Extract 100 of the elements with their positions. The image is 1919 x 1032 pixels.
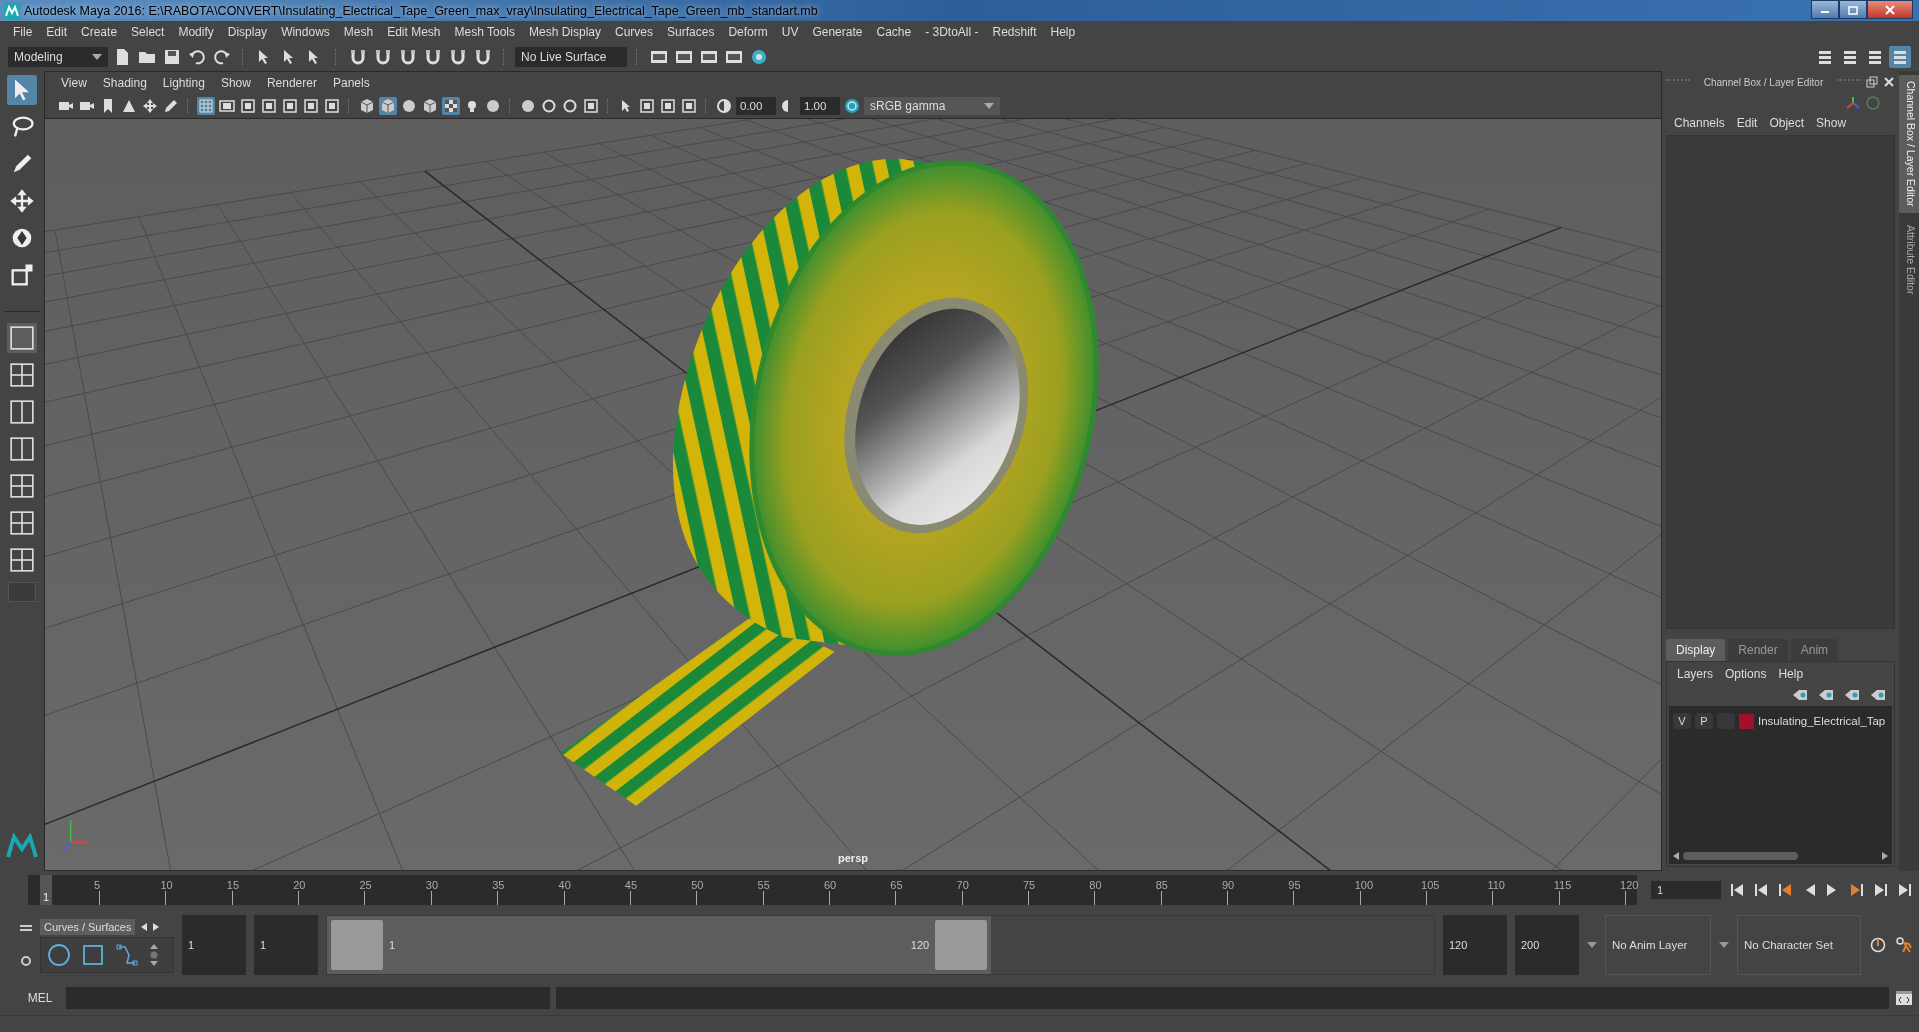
range-slider[interactable]: 1 120	[326, 915, 1435, 975]
layer-name[interactable]: Insulating_Electrical_Tap	[1758, 715, 1886, 727]
menu-item[interactable]: Redshift	[985, 25, 1044, 39]
animation-preferences-icon[interactable]	[1895, 936, 1913, 954]
new-layer-from-selection-icon[interactable]	[1870, 689, 1886, 701]
playback-end-field[interactable]: 120	[1443, 915, 1507, 975]
motion-blur-icon[interactable]	[540, 97, 558, 115]
settings-icon[interactable]	[20, 955, 32, 967]
persp-outliner-icon[interactable]	[7, 545, 37, 575]
character-set-dropdown[interactable]: No Character Set	[1737, 915, 1861, 975]
nurbs-square-icon[interactable]	[81, 943, 105, 967]
command-input-field[interactable]	[66, 987, 550, 1009]
single-view-layout-icon[interactable]	[7, 323, 37, 353]
manipulator-icon[interactable]	[1845, 95, 1861, 111]
menu-item[interactable]: Cache	[869, 25, 919, 39]
graph-layout-icon[interactable]	[7, 471, 37, 501]
layer-menu[interactable]: Help	[1772, 667, 1810, 681]
layer-editor-icon[interactable]	[1889, 46, 1911, 68]
layer-editor-tab[interactable]: Render	[1728, 639, 1788, 661]
layer-editor-tab[interactable]: Display	[1666, 639, 1726, 661]
menu-item[interactable]: UV	[774, 25, 806, 39]
menu-item[interactable]: Mesh	[336, 25, 381, 39]
next-shelf-icon[interactable]	[153, 923, 160, 931]
maximize-button[interactable]	[1839, 0, 1867, 19]
range-end-handle[interactable]	[935, 920, 988, 970]
float-panel-icon[interactable]	[1866, 76, 1878, 88]
panel-menu-item[interactable]: Shading	[94, 76, 155, 90]
menu-item[interactable]: Modify	[171, 25, 221, 39]
nurbs-circle-icon[interactable]	[47, 943, 71, 967]
new-layer-icon[interactable]	[1844, 689, 1860, 701]
close-panel-icon[interactable]	[1883, 76, 1895, 88]
menu-item[interactable]: Help	[1043, 25, 1083, 39]
step-back-key-icon[interactable]	[1753, 882, 1769, 898]
move-layer-down-icon[interactable]	[1818, 689, 1834, 701]
time-slider[interactable]: 1 5 10 15 20 25 30 35 40 45 50 55 60 65 70 75 80 85 90 95 100 105 110 115 120	[28, 875, 1638, 905]
menu-item[interactable]: Mesh Display	[522, 25, 609, 39]
menu-item[interactable]: Windows	[274, 25, 337, 39]
workspace-dropdown[interactable]: Modeling	[8, 47, 108, 67]
side-tab[interactable]: Channel Box / Layer Editor	[1899, 75, 1919, 213]
pan-zoom-icon[interactable]	[141, 97, 159, 115]
menu-item[interactable]: Deform	[721, 25, 775, 39]
menu-item[interactable]: - 3DtoAll -	[918, 25, 986, 39]
range-start-handle[interactable]	[331, 920, 383, 970]
close-button[interactable]	[1867, 0, 1913, 19]
exposure-field[interactable]: 0.00	[736, 97, 776, 115]
script-editor-icon[interactable]	[1895, 989, 1913, 1007]
shelf-scroll-icon[interactable]	[149, 942, 159, 968]
scroll-left-icon[interactable]	[1673, 852, 1679, 860]
previous-shelf-icon[interactable]	[141, 923, 148, 931]
outliner-layout-icon[interactable]	[7, 434, 37, 464]
anim-layer-dropdown[interactable]: No Anim Layer	[1605, 915, 1711, 975]
panel-menu-item[interactable]: Show	[212, 76, 259, 90]
exposure-icon[interactable]	[715, 97, 733, 115]
go-to-end-icon[interactable]	[1897, 882, 1913, 898]
panel-menu-item[interactable]: View	[53, 76, 95, 90]
select-tool-icon[interactable]	[7, 75, 37, 105]
layer-editor-tab[interactable]: Anim	[1790, 639, 1839, 661]
layer-menu[interactable]: Options	[1719, 667, 1773, 681]
minimize-button[interactable]	[1811, 0, 1839, 19]
menu-item[interactable]: Edit	[39, 25, 75, 39]
step-back-frame-icon[interactable]	[1777, 882, 1793, 898]
menu-item[interactable]: Select	[124, 25, 172, 39]
wireframe-icon[interactable]	[358, 97, 376, 115]
menu-item[interactable]: Edit Mesh	[380, 25, 448, 39]
current-frame-field[interactable]: 1	[1651, 881, 1721, 899]
step-forward-frame-icon[interactable]	[1849, 882, 1865, 898]
menu-item[interactable]: Surfaces	[660, 25, 722, 39]
shelf-tab[interactable]: Curves / Surfaces	[40, 919, 136, 935]
playback-toggle[interactable]: P	[1695, 713, 1713, 729]
textured-icon[interactable]	[442, 97, 460, 115]
color-space-dropdown[interactable]: sRGB gamma	[864, 97, 1000, 115]
shadows-icon[interactable]	[484, 97, 502, 115]
current-frame-marker[interactable]: 1	[40, 875, 52, 905]
channel-box-menu[interactable]: Object	[1763, 116, 1811, 130]
gamma-field[interactable]: 1.00	[800, 97, 840, 115]
end-time-field[interactable]: 200	[1515, 915, 1579, 975]
visibility-toggle[interactable]: V	[1673, 713, 1691, 729]
move-layer-up-icon[interactable]	[1792, 689, 1808, 701]
panel-menu-item[interactable]: Renderer	[258, 76, 325, 90]
step-forward-key-icon[interactable]	[1873, 882, 1889, 898]
scroll-right-icon[interactable]	[1882, 852, 1888, 860]
two-view-layout-icon[interactable]	[7, 397, 37, 427]
menu-item[interactable]: Curves	[608, 25, 661, 39]
four-view-layout-icon[interactable]	[7, 360, 37, 390]
menu-item[interactable]: Create	[74, 25, 125, 39]
command-language-label[interactable]: MEL	[20, 991, 60, 1005]
panel-menu-item[interactable]: Lighting	[154, 76, 213, 90]
anti-aliasing-icon[interactable]	[561, 97, 579, 115]
grease-pencil-icon[interactable]	[162, 97, 180, 115]
auto-key-icon[interactable]	[1869, 936, 1887, 954]
menu-item[interactable]: Mesh Tools	[447, 25, 522, 39]
dropdown-arrow-icon[interactable]	[1587, 942, 1597, 948]
go-to-start-icon[interactable]	[1729, 882, 1745, 898]
channel-box-menu[interactable]: Show	[1810, 116, 1853, 130]
lighting-icon[interactable]	[400, 97, 418, 115]
channel-box-menu[interactable]: Channels	[1668, 116, 1731, 130]
layer-color-swatch[interactable]	[1739, 713, 1754, 729]
shelf-menu-icon[interactable]	[20, 923, 32, 933]
menu-item[interactable]: Display	[220, 25, 275, 39]
menu-item[interactable]: File	[6, 25, 40, 39]
